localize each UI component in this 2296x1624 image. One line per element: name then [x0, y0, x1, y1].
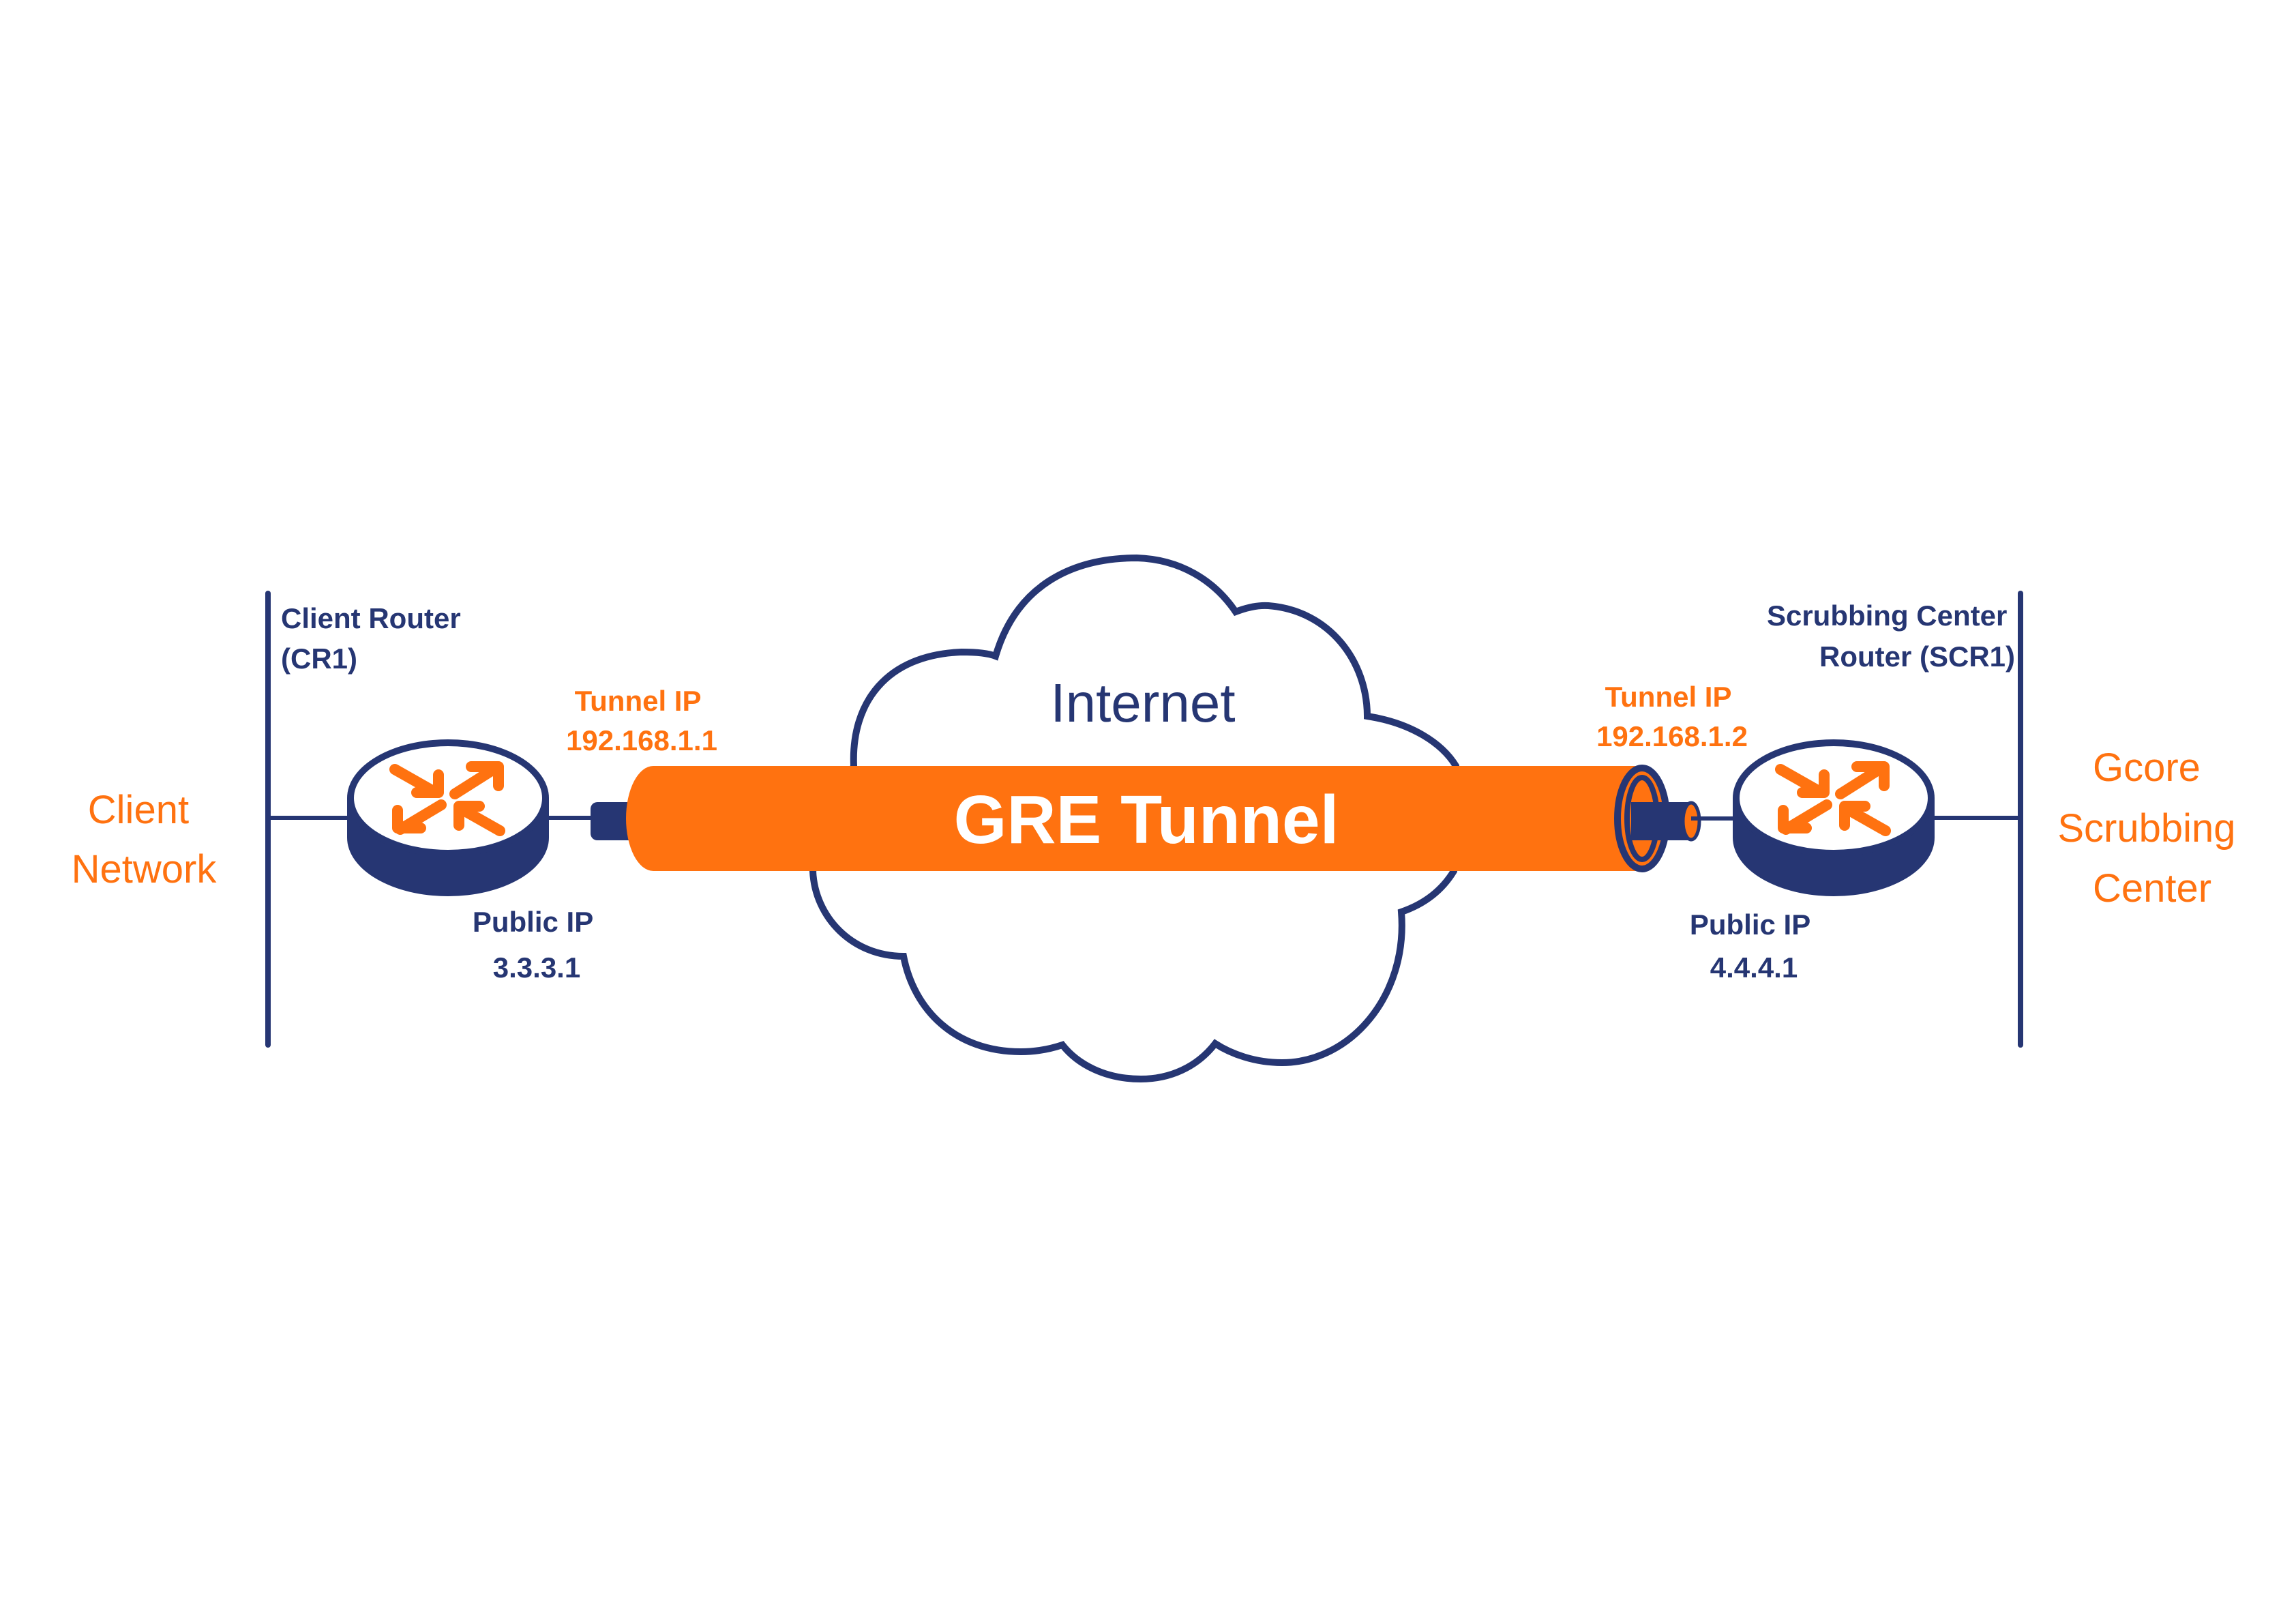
client-public-ip-value: 3.3.3.1: [493, 951, 580, 984]
scrubbing-router-label: Scrubbing Center Router (SCR1): [1767, 600, 2015, 673]
client-router-label-line-2: (CR1): [281, 643, 357, 675]
scrubbing-router-icon: [1733, 739, 1935, 896]
gcore-label-line-3: Center: [2093, 866, 2211, 911]
client-router-label: Client Router (CR1): [281, 602, 468, 675]
client-network-label-line-1: Client: [88, 788, 189, 832]
gre-tunnel-label: GRE Tunnel: [954, 782, 1339, 858]
internet-label: Internet: [1050, 673, 1235, 733]
client-tunnel-ip-block: Tunnel IP 192.168.1.1: [566, 685, 717, 756]
tunnel-left-cap: [626, 766, 681, 871]
gcore-scrubbing-center-label: Gcore Scrubbing Center: [2057, 745, 2246, 911]
client-tunnel-ip-label: Tunnel IP: [575, 685, 701, 717]
client-router-icon: [347, 739, 549, 896]
scrubbing-tunnel-ip-block: Tunnel IP 192.168.1.2: [1596, 681, 1748, 752]
scrubbing-public-ip-value: 4.4.4.1: [1710, 951, 1798, 984]
scrubbing-stub-end-cap: [1681, 801, 1701, 842]
gcore-label-line-1: Gcore: [2093, 745, 2201, 790]
scrubbing-tunnel-ip-value: 192.168.1.2: [1596, 720, 1748, 752]
scrubbing-public-ip-label: Public IP: [1690, 909, 1810, 941]
client-network-label: Client Network: [72, 788, 218, 891]
gre-tunnel-diagram: Internet GRE Tunnel Client Network Gcore…: [72, 554, 2246, 1083]
scrubbing-router-label-line-2: Router (SCR1): [1819, 640, 2015, 673]
client-public-ip-label: Public IP: [473, 906, 593, 938]
scrubbing-router-label-line-1: Scrubbing Center: [1767, 600, 2007, 632]
client-tunnel-ip-value: 192.168.1.1: [566, 724, 717, 756]
scrubbing-tunnel-ip-label: Tunnel IP: [1605, 681, 1731, 713]
client-router-label-line-1: Client Router: [281, 602, 461, 634]
router-top-face: [1740, 746, 1928, 850]
client-network-label-line-2: Network: [72, 847, 218, 891]
client-public-ip-block: Public IP 3.3.3.1: [473, 906, 601, 984]
gcore-label-line-2: Scrubbing: [2057, 806, 2235, 851]
scrubbing-tunnel-stub: [1631, 801, 1735, 842]
scrubbing-public-ip-block: Public IP 4.4.4.1: [1690, 909, 1818, 984]
router-top-face: [354, 746, 542, 850]
